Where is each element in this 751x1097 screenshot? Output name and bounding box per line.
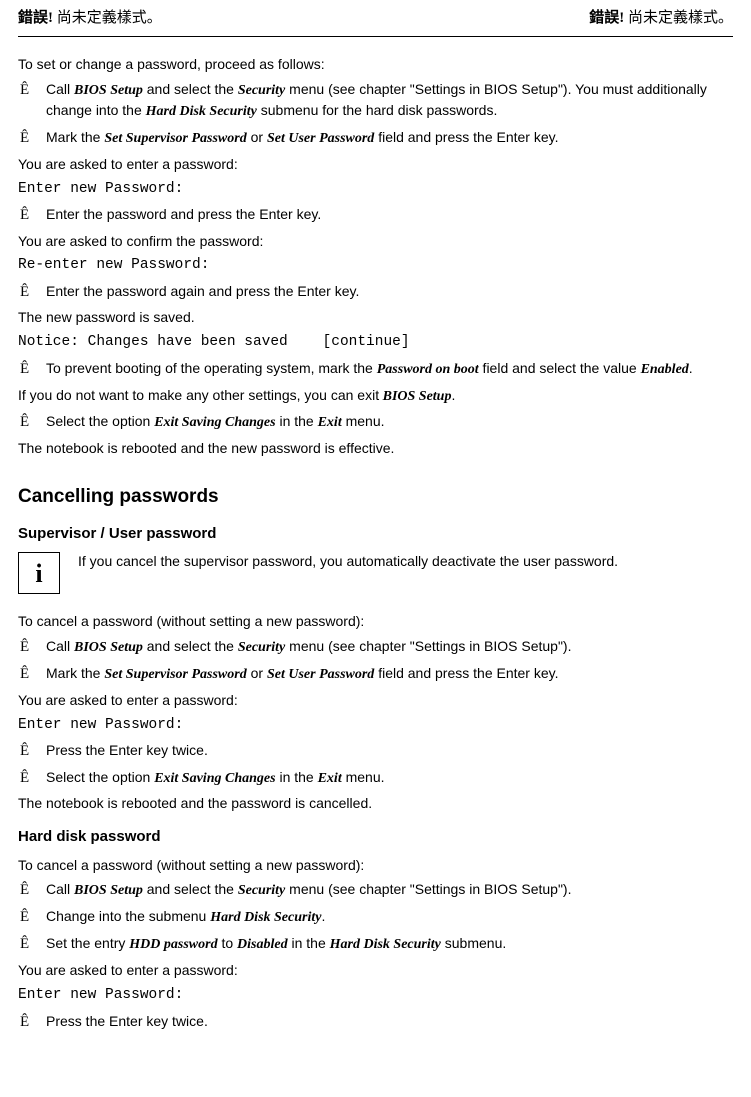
hdd-step-4: Ê Press the Enter key twice. (18, 1012, 733, 1032)
step-4-text: Enter the password again and press the E… (46, 282, 733, 302)
step-marker: Ê (18, 664, 46, 685)
info-icon: i (18, 552, 60, 594)
hdd-step-4-text: Press the Enter key twice. (46, 1012, 733, 1032)
header-right-err: 錯誤! (589, 10, 624, 26)
step-6-text: Select the option Exit Saving Changes in… (46, 412, 733, 433)
step-marker: Ê (18, 359, 46, 380)
heading-cancelling: Cancelling passwords (18, 484, 733, 510)
hdd-step-1: Ê Call BIOS Setup and select the Securit… (18, 880, 733, 901)
header-left: 錯誤! 尚未定義樣式。 (18, 8, 162, 28)
step-marker: Ê (18, 880, 46, 901)
header-left-err: 錯誤! (18, 10, 53, 26)
step-2-text: Mark the Set Supervisor Password or Set … (46, 128, 733, 149)
step-marker: Ê (18, 282, 46, 302)
reboot-cancel: The notebook is rebooted and the passwor… (18, 794, 733, 813)
step-6: Ê Select the option Exit Saving Changes … (18, 412, 733, 433)
step-3-text: Enter the password and press the Enter k… (46, 205, 733, 225)
hdd-step-1-text: Call BIOS Setup and select the Security … (46, 880, 733, 901)
intro-text: To set or change a password, proceed as … (18, 55, 733, 74)
step-marker: Ê (18, 907, 46, 928)
asked-enter-3: You are asked to enter a password: (18, 961, 733, 980)
info-callout: i If you cancel the supervisor password,… (18, 552, 733, 594)
step-1: Ê Call BIOS Setup and select the Securit… (18, 80, 733, 122)
page-header: 錯誤! 尚未定義樣式。 錯誤! 尚未定義樣式。 (18, 8, 733, 37)
step-1-text: Call BIOS Setup and select the Security … (46, 80, 733, 122)
step-marker: Ê (18, 741, 46, 761)
hdd-step-3-text: Set the entry HDD password to Disabled i… (46, 934, 733, 955)
step-marker: Ê (18, 934, 46, 955)
step-3: Ê Enter the password and press the Enter… (18, 205, 733, 225)
mono-notice: Notice: Changes have been saved [continu… (18, 333, 733, 353)
asked-confirm: You are asked to confirm the password: (18, 232, 733, 251)
asked-enter-2: You are asked to enter a password: (18, 691, 733, 710)
header-left-rest: 尚未定義樣式。 (53, 10, 162, 26)
cancel-step-3-text: Press the Enter key twice. (46, 741, 733, 761)
cancel-step-4-text: Select the option Exit Saving Changes in… (46, 768, 733, 789)
reboot-effective: The notebook is rebooted and the new pas… (18, 439, 733, 458)
subhead-sup-user: Supervisor / User password (18, 524, 733, 544)
step-marker: Ê (18, 412, 46, 433)
mono-enter-2: Enter new Password: (18, 716, 733, 736)
mono-reenter: Re-enter new Password: (18, 256, 733, 276)
cancel-step-1: Ê Call BIOS Setup and select the Securit… (18, 637, 733, 658)
header-right-rest: 尚未定義樣式。 (624, 10, 733, 26)
cancel-step-4: Ê Select the option Exit Saving Changes … (18, 768, 733, 789)
step-marker: Ê (18, 80, 46, 122)
mono-enter: Enter new Password: (18, 180, 733, 200)
step-2: Ê Mark the Set Supervisor Password or Se… (18, 128, 733, 149)
to-cancel-1: To cancel a password (without setting a … (18, 612, 733, 631)
step-5: Ê To prevent booting of the operating sy… (18, 359, 733, 380)
subhead-hdd: Hard disk password (18, 827, 733, 847)
asked-enter: You are asked to enter a password: (18, 155, 733, 174)
step-marker: Ê (18, 637, 46, 658)
step-5-text: To prevent booting of the operating syst… (46, 359, 733, 380)
if-not-text: If you do not want to make any other set… (18, 386, 733, 407)
step-marker: Ê (18, 205, 46, 225)
step-marker: Ê (18, 768, 46, 789)
cancel-step-2-text: Mark the Set Supervisor Password or Set … (46, 664, 733, 685)
to-cancel-2: To cancel a password (without setting a … (18, 856, 733, 875)
hdd-step-2: Ê Change into the submenu Hard Disk Secu… (18, 907, 733, 928)
step-4: Ê Enter the password again and press the… (18, 282, 733, 302)
hdd-step-3: Ê Set the entry HDD password to Disabled… (18, 934, 733, 955)
info-text: If you cancel the supervisor password, y… (78, 552, 733, 571)
new-saved: The new password is saved. (18, 308, 733, 327)
header-right: 錯誤! 尚未定義樣式。 (589, 8, 733, 28)
step-marker: Ê (18, 128, 46, 149)
cancel-step-2: Ê Mark the Set Supervisor Password or Se… (18, 664, 733, 685)
cancel-step-3: Ê Press the Enter key twice. (18, 741, 733, 761)
cancel-step-1-text: Call BIOS Setup and select the Security … (46, 637, 733, 658)
step-marker: Ê (18, 1012, 46, 1032)
mono-enter-3: Enter new Password: (18, 986, 733, 1006)
hdd-step-2-text: Change into the submenu Hard Disk Securi… (46, 907, 733, 928)
